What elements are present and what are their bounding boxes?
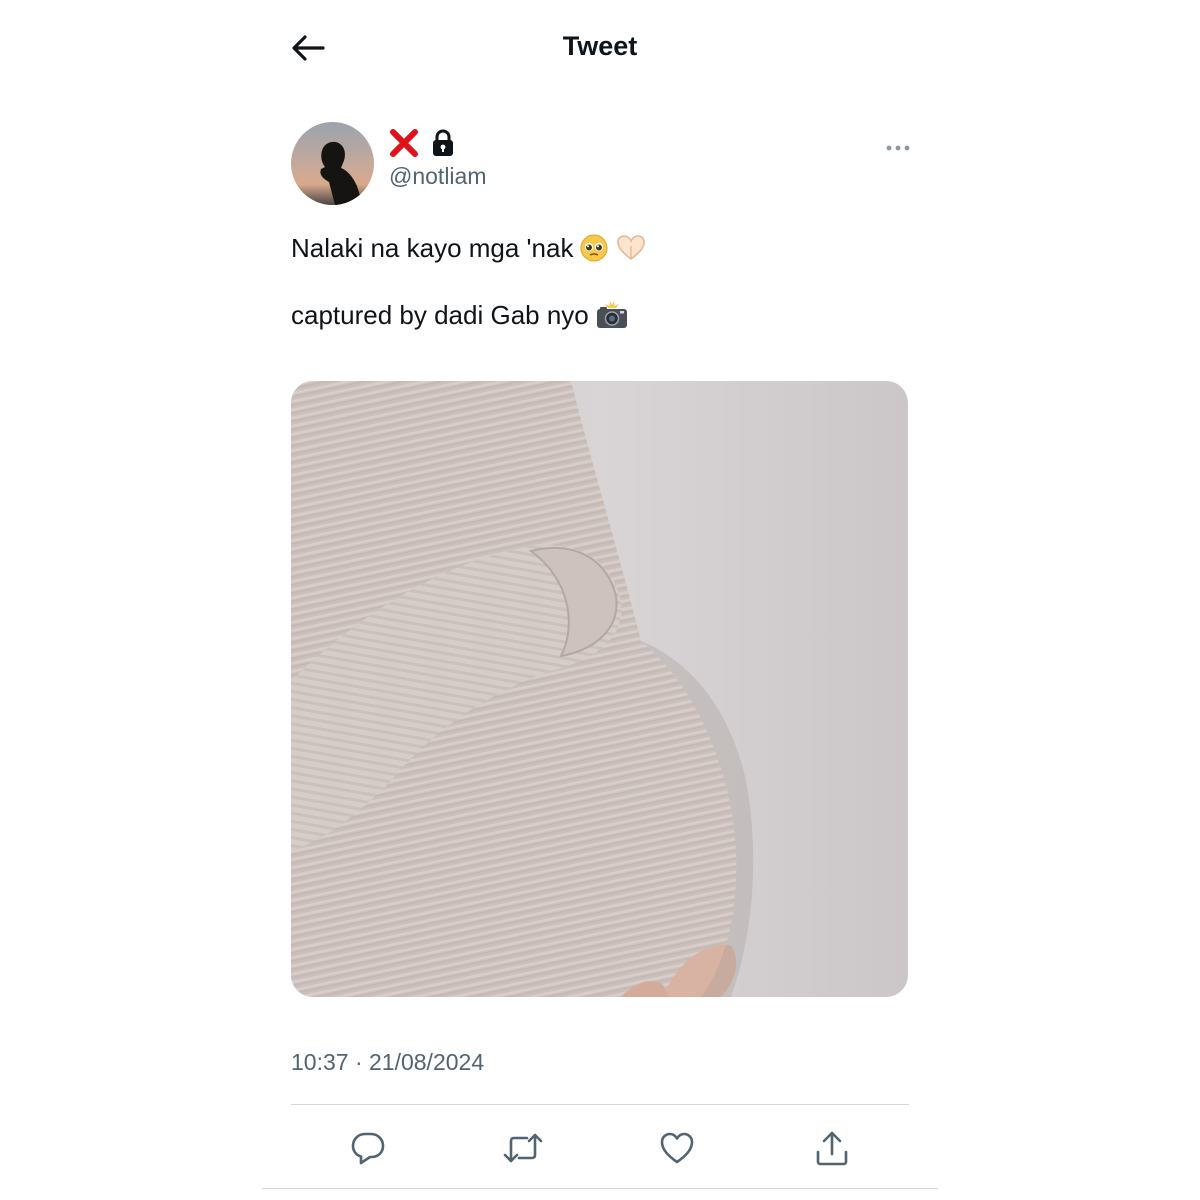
more-dots-icon (886, 145, 910, 151)
more-options-button[interactable] (880, 134, 916, 162)
tweet-text: Nalaki na kayo mga 'nak (291, 233, 574, 263)
pleading-face-emoji (579, 233, 609, 271)
author-handle[interactable]: @notliam (389, 163, 487, 190)
silhouette-avatar-image (291, 122, 374, 205)
reply-icon (351, 1132, 385, 1165)
tweet-actions-bar (340, 1126, 860, 1170)
divider (291, 1104, 909, 1105)
share-button[interactable] (804, 1126, 860, 1170)
retweet-button[interactable] (495, 1126, 551, 1170)
page-title: Tweet (562, 31, 638, 61)
tweet-text-line-1: Nalaki na kayo mga 'nak (291, 231, 647, 271)
photo-image (291, 381, 908, 997)
tweet-timestamp[interactable]: 10:37 · 21/08/2024 (291, 1049, 484, 1076)
retweet-icon (503, 1133, 542, 1163)
avatar[interactable] (291, 122, 374, 205)
camera-with-flash-emoji (595, 300, 629, 338)
like-button[interactable] (649, 1126, 705, 1170)
red-cross-mark-icon (390, 129, 418, 157)
reply-button[interactable] (340, 1126, 396, 1170)
divider (262, 1188, 938, 1189)
tweet-text: captured by dadi Gab nyo (291, 300, 589, 330)
like-icon (661, 1132, 694, 1164)
heart-hands-emoji (615, 233, 647, 271)
tweet-photo[interactable] (291, 381, 908, 997)
lock-icon (433, 129, 453, 156)
share-icon (816, 1131, 848, 1166)
tweet-text-line-2: captured by dadi Gab nyo (291, 298, 629, 338)
display-name-row (389, 128, 455, 158)
